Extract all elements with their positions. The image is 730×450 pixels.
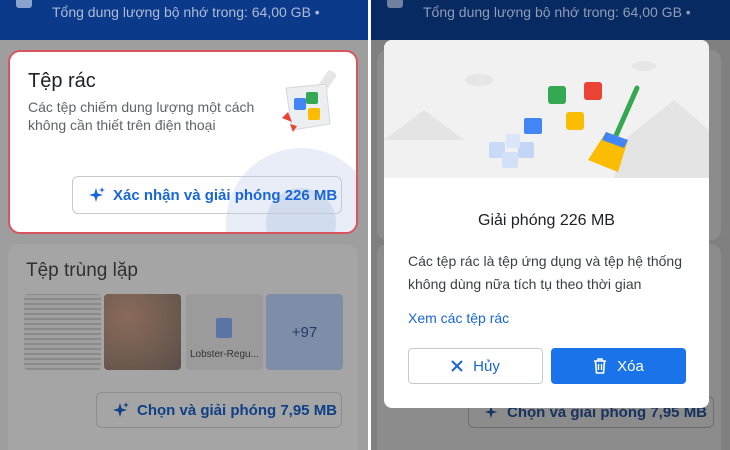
junk-card-title: Tệp rác [28,70,96,92]
select-free-duplicates-label: Chọn và giải phóng 7,95 MB [137,401,338,419]
duplicate-files-card[interactable]: Tệp trùng lặp Lobster-Regu... +97 Chọn v… [8,244,358,450]
view-junk-files-link[interactable]: Xem các tệp rác [408,310,509,326]
free-up-dialog: Giải phóng 226 MB Các tệp rác là tệp ứng… [384,40,709,408]
duplicate-thumbnail[interactable] [24,294,101,370]
delete-button[interactable]: Xóa [551,348,686,384]
dustpan-illustration-icon [282,70,337,132]
dialog-message: Các tệp rác là tệp ứng dụng và tệp hệ th… [408,253,683,292]
right-screen: Tổng dung lượng bộ nhớ trong: 64,00 GB •… [371,0,730,450]
document-icon [216,318,232,338]
storage-header: Tổng dung lượng bộ nhớ trong: 64,00 GB • [371,0,730,40]
duplicate-thumbnail[interactable]: Lobster-Regu... [186,294,263,370]
cancel-label: Hủy [473,357,500,375]
confirm-free-junk-button[interactable]: Xác nhận và giải phóng 226 MB [72,176,342,214]
sparkle-icon [89,187,105,202]
menu-icon[interactable] [16,0,32,8]
broom-cleanup-illustration-icon [384,40,709,178]
confirm-free-junk-label: Xác nhận và giải phóng 226 MB [113,186,338,204]
dialog-title: Giải phóng 226 MB [478,212,615,229]
delete-label: Xóa [617,357,644,375]
left-screen: Tổng dung lượng bộ nhớ trong: 64,00 GB •… [0,0,368,450]
junk-card-description: Các tệp chiếm dung lượng một cách không … [28,99,255,133]
junk-files-card[interactable]: Tệp rác Các tệp chiếm dung lượng một các… [8,50,358,234]
sparkle-icon [113,402,129,417]
menu-icon[interactable] [387,0,403,8]
duplicate-card-title: Tệp trùng lặp [26,260,138,281]
storage-header: Tổng dung lượng bộ nhớ trong: 64,00 GB • [0,0,368,40]
storage-summary: Tổng dung lượng bộ nhớ trong: 64,00 GB • [423,4,691,20]
duplicate-thumbnail[interactable] [104,294,181,370]
select-free-duplicates-button[interactable]: Chọn và giải phóng 7,95 MB [96,392,342,428]
trash-icon [594,358,607,374]
storage-summary: Tổng dung lượng bộ nhớ trong: 64,00 GB • [52,4,320,20]
more-duplicates-tile[interactable]: +97 [266,294,343,370]
thumbnail-caption: Lobster-Regu... [190,349,259,360]
close-icon [451,360,463,372]
cancel-button[interactable]: Hủy [408,348,543,384]
